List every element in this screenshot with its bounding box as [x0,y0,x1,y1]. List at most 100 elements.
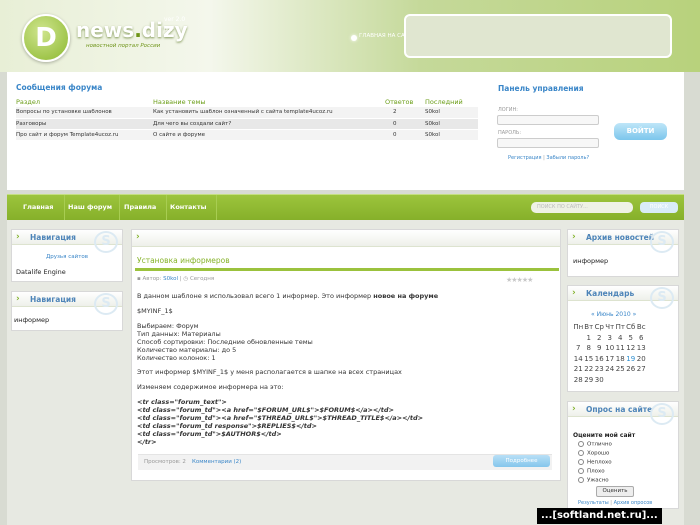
forum-last-user[interactable]: S0kol [425,107,478,119]
control-panel-title: Панель управления [498,84,584,93]
arrow-icon: › [572,404,576,414]
calendar-day[interactable]: 2 [594,333,605,344]
radio-button[interactable] [578,468,584,474]
left-nav2-box: › Навигация S информер [11,291,123,331]
article-date: Сегодня [189,276,215,282]
nav-item-rules[interactable]: Правила [120,195,167,221]
calendar-day[interactable]: 25 [615,364,626,375]
calendar-day[interactable]: 22 [584,364,595,375]
forum-last-user[interactable]: S0kol [425,118,478,130]
calendar-day[interactable]: 4 [615,333,626,344]
nav-item-contacts[interactable]: Контакты [167,195,217,221]
article-paragraph: Способ сортировки: Последние обновленные… [137,338,313,346]
forgot-password-link[interactable]: Забыли пароль? [546,155,589,161]
box-title: Опрос на сайте [586,405,653,414]
poll-option[interactable]: Хорошо [578,450,609,457]
calendar-day[interactable]: 5 [626,333,637,344]
forum-last-user[interactable]: S0kol [425,129,478,141]
forum-section-link[interactable]: Разговоры [16,118,153,130]
calendar-month-nav[interactable]: « Июнь 2010 » [591,311,636,318]
rating-stars[interactable]: ★★★★★ [506,276,533,284]
article-p1-bold: новое на форуме [373,292,439,300]
forum-topic-link[interactable]: О сайте и форуме [153,129,385,141]
calendar-day[interactable]: 21 [573,364,584,375]
poll-archive-link[interactable]: Архив опросов [614,500,653,506]
article-paragraph: В данном шаблоне я использовал всего 1 и… [137,292,438,300]
nav2-item-link[interactable]: информер [14,316,49,324]
article-code-line: <tr class="forum_text"> [137,398,227,406]
poll-results-link[interactable]: Результаты [578,500,609,506]
arrow-icon: › [16,232,20,242]
register-link[interactable]: Регистрация [508,155,542,161]
calendar-day [573,333,584,344]
poll-option[interactable]: Ужасно [578,477,609,484]
calendar-day[interactable]: 17 [605,354,616,365]
radio-button[interactable] [578,459,584,465]
calendar-grid: Пн Вт Ср Чт Пт Сб Вс 1 2 3 4 5 6 7 8 9 1… [573,322,647,385]
forum-section-link[interactable]: Про сайт и форум Template4ucoz.ru [16,129,153,141]
link-separator: | [543,155,545,161]
forum-topic-link[interactable]: Как установить шаблон означенный с сайта… [153,107,385,119]
calendar-day[interactable]: 24 [605,364,616,375]
calendar-day[interactable]: 6 [636,333,647,344]
poll-links: Результаты | Архив опросов [578,500,652,506]
calendar-day[interactable]: 16 [594,354,605,365]
forum-topic-link[interactable]: Для чего вы создали сайт? [153,118,385,130]
poll-option[interactable]: Неплохо [578,459,612,466]
forum-section-link[interactable]: Вопросы по установке шаблонов [16,107,153,119]
search-input[interactable]: ПОИСК ПО САЙТУ... [531,202,633,213]
calendar-day[interactable]: 3 [605,333,616,344]
calendar-day[interactable]: 26 [626,364,637,375]
calendar-day[interactable]: 14 [573,354,584,365]
search-button[interactable]: ПОИСК [640,202,678,213]
calendar-day[interactable]: 27 [636,364,647,375]
poll-option[interactable]: Отлично [578,441,612,448]
poll-question: Оцените мой сайт [573,432,636,439]
password-input[interactable] [497,138,599,148]
archive-item-link[interactable]: информер [573,257,608,265]
calendar-day[interactable]: 8 [584,343,595,354]
article-code-line: <td class="forum_td">$AUTHOR$</td> [137,430,282,438]
calendar-day[interactable]: 15 [584,354,595,365]
article-title[interactable]: Установка информеров [137,256,230,265]
calendar-day[interactable]: 20 [636,354,647,365]
calendar-day[interactable]: 7 [573,343,584,354]
calendar-day[interactable]: 23 [594,364,605,375]
box-title: Календарь [586,289,635,298]
logo-icon[interactable]: D [22,14,70,62]
calendar-day[interactable]: 13 [636,343,647,354]
logo-title-part1: news [76,18,135,42]
home-bullet-icon [351,35,357,41]
s-logo-icon: S [650,403,674,425]
vote-button[interactable]: Оценить [596,486,634,497]
login-button[interactable]: ВОЙТИ [614,123,667,140]
poll-option[interactable]: Плохо [578,468,605,475]
calendar-day[interactable]: 12 [626,343,637,354]
login-input[interactable] [497,115,599,125]
radio-button[interactable] [578,450,584,456]
watermark-text: ...[softland.net.ru]... [537,508,662,524]
article-paragraph: $MYINF_1$ [137,307,173,315]
site-slogan: новостной портал России [86,43,161,49]
calendar-day[interactable]: 29 [584,375,595,386]
nav-item-forum[interactable]: Наш форум [65,195,120,221]
s-logo-icon: S [650,287,674,309]
friends-link[interactable]: Друзья сайтов [12,254,122,260]
friends-item-link[interactable]: Datalife Engine [16,268,66,276]
author-link[interactable]: S0kol [163,276,178,282]
calendar-day[interactable]: 9 [594,343,605,354]
radio-button[interactable] [578,441,584,447]
calendar-day[interactable]: 30 [594,375,605,386]
calendar-week-row: 14 15 16 17 18 19 20 [573,354,647,365]
box-header: › Архив новостей S [568,230,678,253]
radio-button[interactable] [578,477,584,483]
comments-link[interactable]: Комментарии (2) [192,459,241,465]
calendar-day[interactable]: 28 [573,375,584,386]
calendar-day[interactable]: 18 [615,354,626,365]
calendar-day-highlight[interactable]: 19 [626,354,637,365]
calendar-day[interactable]: 1 [584,333,595,344]
read-more-button[interactable]: Подробнее [493,455,550,467]
calendar-day[interactable]: 11 [615,343,626,354]
calendar-day[interactable]: 10 [605,343,616,354]
nav-item-home[interactable]: Главная [15,195,65,221]
